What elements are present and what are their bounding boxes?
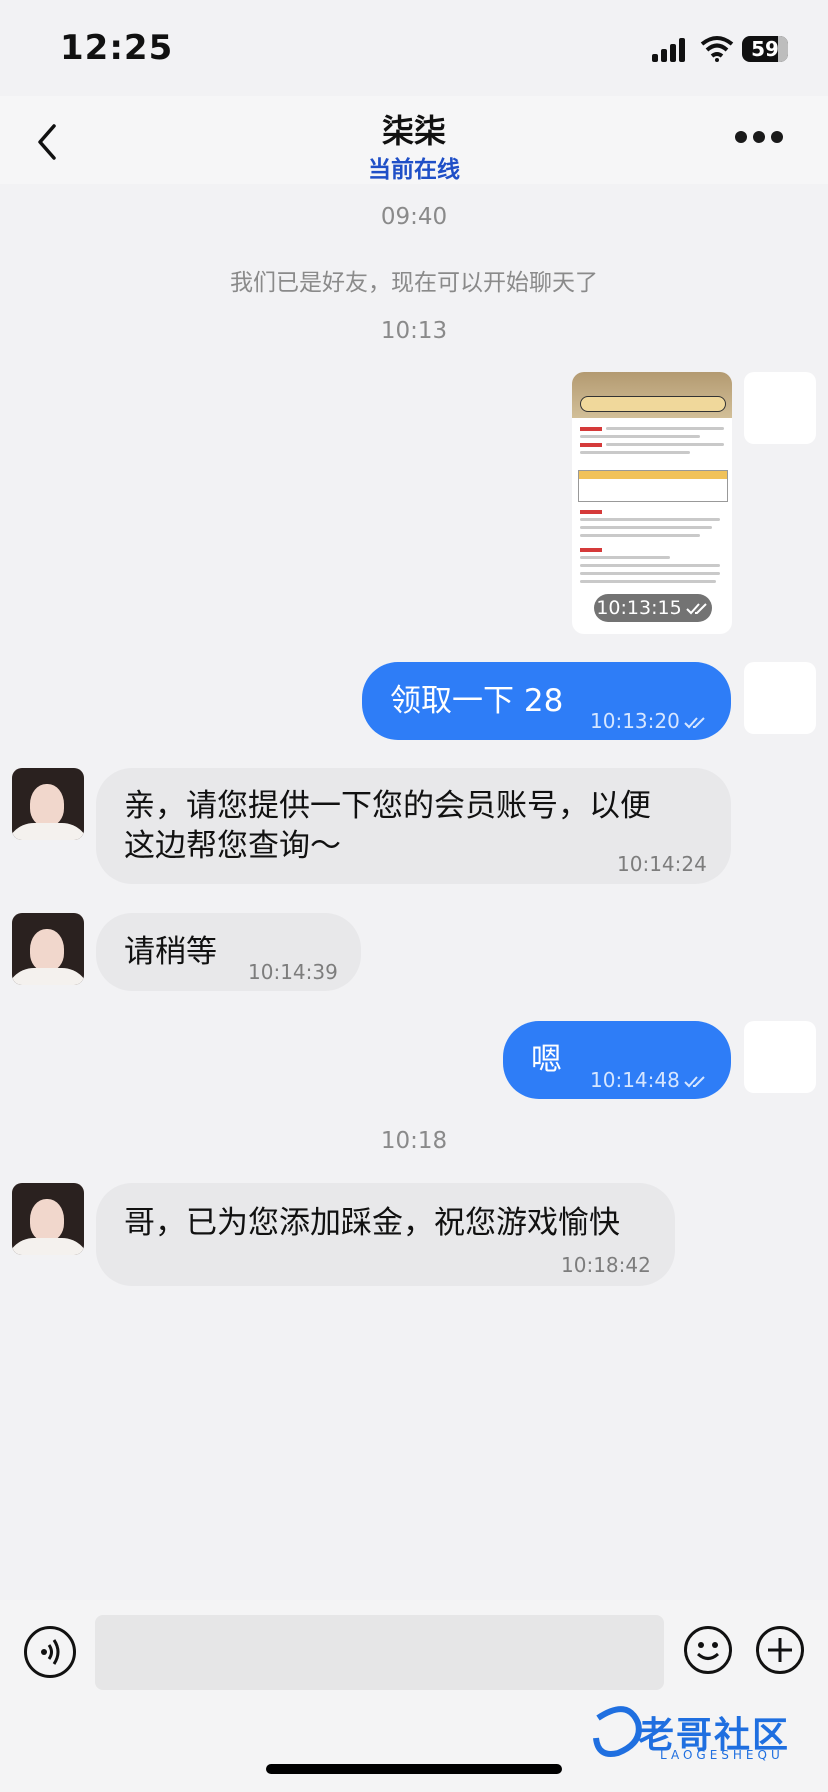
wifi-icon [700,36,734,62]
avatar-contact[interactable] [12,768,84,840]
image-message[interactable]: 10:13:15 [572,372,732,634]
message-time: 10:13:15 [596,597,682,619]
message-bubble-incoming[interactable]: 亲，请您提供一下您的会员账号，以便 这边帮您查询～ 10:14:24 [96,768,731,884]
status-time: 12:25 [60,28,174,68]
message-input[interactable] [95,1615,664,1690]
image-thumbnail-button [580,396,726,412]
double-check-icon [685,602,707,614]
message-text-line: 亲，请您提供一下您的会员账号，以便 [124,788,651,824]
message-time: 10:14:24 [617,852,707,876]
more-horizontal-icon[interactable] [730,126,788,150]
message-bubble-incoming[interactable]: 哥，已为您添加踩金，祝您游戏愉快 10:18:42 [96,1183,675,1286]
system-message: 我们已是好友，现在可以开始聊天了 [230,270,598,296]
avatar-self[interactable] [744,372,816,444]
battery-indicator: 59 [742,36,788,62]
contact-name: 柒柒 [381,112,446,150]
message-time-row: 10:14:48 [590,1068,708,1092]
message-text: 请稍等 [124,934,217,970]
time-divider: 10:18 [380,1128,448,1154]
message-text: 领取一下 28 [390,683,564,719]
cellular-signal-icon [652,38,690,62]
voice-icon[interactable] [24,1626,76,1678]
image-timestamp: 10:13:15 [594,594,712,622]
battery-level: 59 [751,37,779,61]
status-bar: 12:25 59 [0,0,828,96]
avatar-contact[interactable] [12,1183,84,1255]
message-bubble-outgoing[interactable]: 嗯 10:14:48 [503,1021,731,1099]
message-text: 哥，已为您添加踩金，祝您游戏愉快 [124,1205,620,1241]
message-time: 10:13:20 [590,709,680,733]
image-thumbnail-table [578,470,728,502]
message-text: 嗯 [531,1042,562,1078]
message-time: 10:14:39 [248,960,338,984]
message-time-row: 10:13:20 [590,709,708,733]
emoji-icon[interactable] [684,1626,732,1674]
online-status: 当前在线 [368,157,460,183]
double-check-icon [684,1075,705,1087]
avatar-self[interactable] [744,1021,816,1093]
watermark-subtext: LAOGESHEQU [660,1748,784,1762]
double-check-icon [684,716,705,728]
message-bubble-incoming[interactable]: 请稍等 10:14:39 [96,913,361,991]
image-thumbnail-header [572,372,732,418]
time-divider: 09:40 [380,204,448,230]
message-time: 10:14:48 [590,1068,680,1092]
chat-header: 柒柒 当前在线 [0,96,828,184]
message-bubble-outgoing[interactable]: 领取一下 28 10:13:20 [362,662,731,740]
home-indicator [266,1764,562,1774]
message-text-line: 这边帮您查询～ [124,828,341,864]
plus-icon[interactable] [756,1626,804,1674]
message-time: 10:18:42 [561,1253,651,1277]
watermark-logo: 老哥社区 LAOGESHEQU [588,1694,820,1774]
avatar-contact[interactable] [12,913,84,985]
avatar-self[interactable] [744,662,816,734]
time-divider: 10:13 [380,318,448,344]
